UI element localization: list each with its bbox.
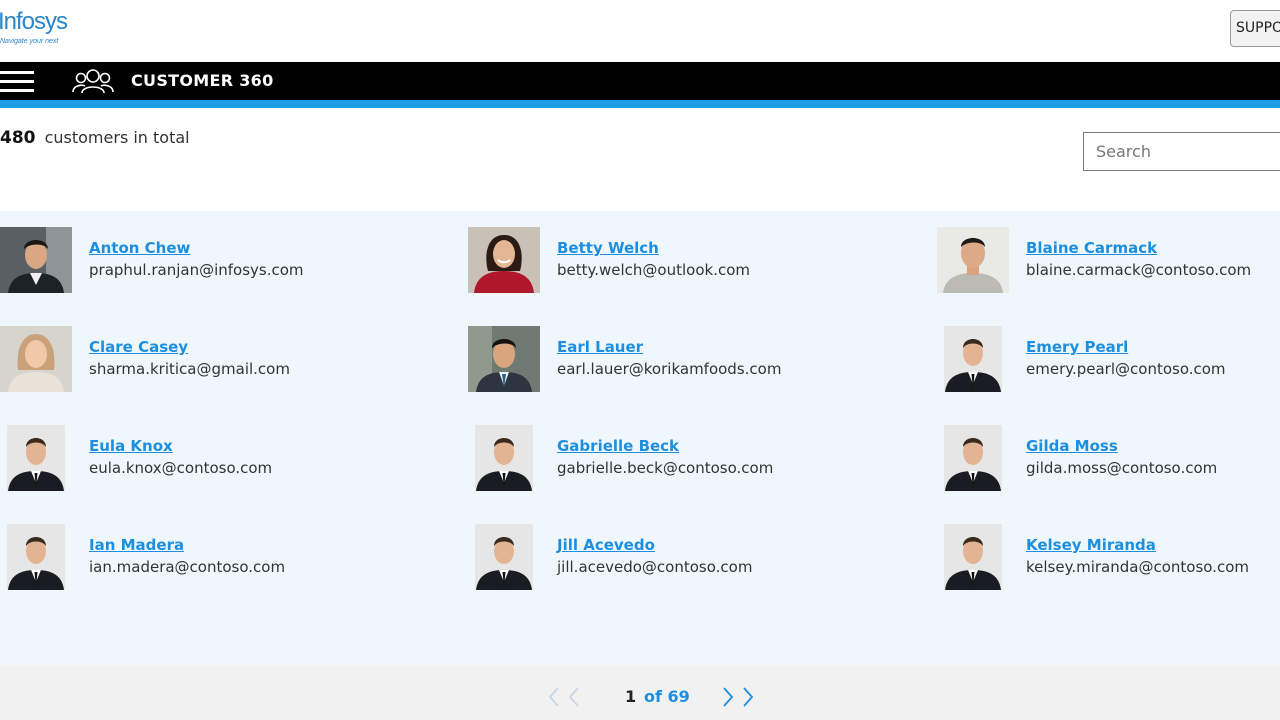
- current-page-number: 1: [625, 687, 637, 706]
- customer-card[interactable]: Gabrielle Beck gabrielle.beck@contoso.co…: [468, 425, 928, 495]
- total-count: 480: [0, 128, 36, 148]
- customer-avatar[interactable]: [468, 227, 540, 293]
- customer-email: eula.knox@contoso.com: [89, 459, 273, 477]
- customer-name-link[interactable]: Jill Acevedo: [557, 536, 655, 554]
- app-navbar: CUSTOMER 360: [0, 62, 1280, 100]
- customer-avatar[interactable]: [937, 524, 1009, 590]
- page-title: CUSTOMER 360: [131, 71, 274, 90]
- customer-count-summary: 480 customers in total: [0, 128, 190, 156]
- customer-avatar[interactable]: [937, 227, 1009, 293]
- total-label: customers in total: [44, 128, 190, 147]
- customer-email: gabrielle.beck@contoso.com: [557, 459, 774, 477]
- pagination-bar: 1 of 69: [0, 665, 1280, 720]
- hamburger-menu-icon[interactable]: [0, 70, 36, 94]
- customer-email: jill.acevedo@contoso.com: [557, 558, 753, 576]
- customer-card[interactable]: Anton Chew praphul.ranjan@infosys.com: [0, 227, 460, 297]
- customer-name-link[interactable]: Anton Chew: [89, 239, 190, 257]
- total-pages-label: of 69: [644, 687, 690, 706]
- customer-avatar[interactable]: [468, 425, 540, 491]
- customer-email: emery.pearl@contoso.com: [1026, 360, 1226, 378]
- customer-name-link[interactable]: Gabrielle Beck: [557, 437, 679, 455]
- customer-avatar[interactable]: [468, 524, 540, 590]
- customer-email: betty.welch@outlook.com: [557, 261, 751, 279]
- customer-card[interactable]: Jill Acevedo jill.acevedo@contoso.com: [468, 524, 928, 594]
- customer-card[interactable]: Betty Welch betty.welch@outlook.com: [468, 227, 928, 297]
- navbar-accent-stripe: [0, 100, 1280, 108]
- customer-name-link[interactable]: Eula Knox: [89, 437, 173, 455]
- customer-email: earl.lauer@korikamfoods.com: [557, 360, 782, 378]
- customer-name-link[interactable]: Earl Lauer: [557, 338, 643, 356]
- customer-name-link[interactable]: Blaine Carmack: [1026, 239, 1157, 257]
- customer-name-link[interactable]: Betty Welch: [557, 239, 659, 257]
- customer-name-link[interactable]: Emery Pearl: [1026, 338, 1128, 356]
- support-button[interactable]: SUPPORT: [1230, 10, 1280, 47]
- logo-tagline: Navigate your next: [0, 38, 59, 45]
- customer-card[interactable]: Earl Lauer earl.lauer@korikamfoods.com: [468, 326, 928, 396]
- customer-card[interactable]: Blaine Carmack blaine.carmack@contoso.co…: [937, 227, 1280, 297]
- customer-grid: Anton Chew praphul.ranjan@infosys.com Be…: [0, 211, 1280, 665]
- customer-email: praphul.ranjan@infosys.com: [89, 261, 304, 279]
- customer-avatar[interactable]: [0, 227, 72, 293]
- search-input[interactable]: [1083, 132, 1280, 171]
- customer-email: blaine.carmack@contoso.com: [1026, 261, 1252, 279]
- customer-card[interactable]: Clare Casey sharma.kritica@gmail.com: [0, 326, 460, 396]
- next-page-icon[interactable]: [720, 685, 760, 709]
- logo-wordmark: Infosys: [0, 8, 68, 35]
- customer-name-link[interactable]: Gilda Moss: [1026, 437, 1118, 455]
- customer-name-link[interactable]: Ian Madera: [89, 536, 184, 554]
- customer-card[interactable]: Eula Knox eula.knox@contoso.com: [0, 425, 460, 495]
- customer-card[interactable]: Kelsey Miranda kelsey.miranda@contoso.co…: [937, 524, 1280, 594]
- customer-avatar[interactable]: [468, 326, 540, 392]
- customer-name-link[interactable]: Clare Casey: [89, 338, 188, 356]
- customer-email: kelsey.miranda@contoso.com: [1026, 558, 1249, 576]
- customers-group-icon: [72, 69, 114, 94]
- customer-avatar[interactable]: [0, 326, 72, 392]
- customer-email: gilda.moss@contoso.com: [1026, 459, 1218, 477]
- customer-card[interactable]: Emery Pearl emery.pearl@contoso.com: [937, 326, 1280, 396]
- company-logo[interactable]: Infosys Navigate your next: [0, 8, 80, 48]
- customer-card[interactable]: Ian Madera ian.madera@contoso.com: [0, 524, 460, 594]
- customer-name-link[interactable]: Kelsey Miranda: [1026, 536, 1156, 554]
- previous-page-icon[interactable]: [546, 685, 586, 709]
- customer-avatar[interactable]: [0, 524, 72, 590]
- customer-card[interactable]: Gilda Moss gilda.moss@contoso.com: [937, 425, 1280, 495]
- customer-avatar[interactable]: [937, 425, 1009, 491]
- customer-email: sharma.kritica@gmail.com: [89, 360, 290, 378]
- top-bar: Infosys Navigate your next SUPPORT: [0, 0, 1280, 62]
- customer-avatar[interactable]: [0, 425, 72, 491]
- customer-email: ian.madera@contoso.com: [89, 558, 286, 576]
- customer-avatar[interactable]: [937, 326, 1009, 392]
